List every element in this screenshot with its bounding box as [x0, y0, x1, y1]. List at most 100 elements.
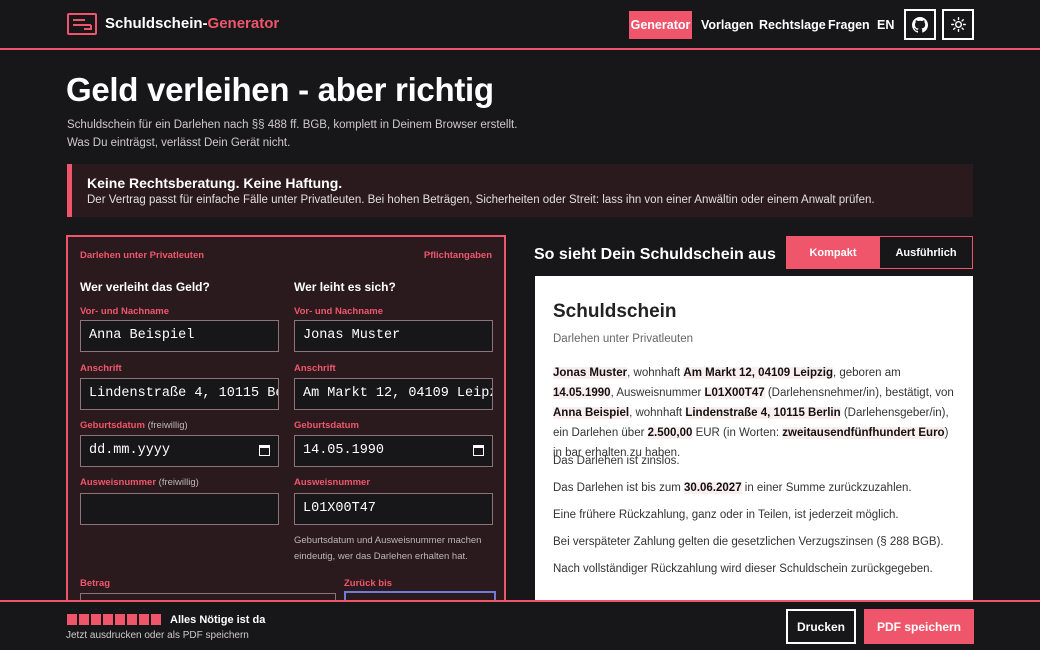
doc-paragraph-return: Nach vollständiger Rückzahlung wird dies…	[553, 563, 933, 575]
progress-segment	[103, 614, 113, 625]
borrower-birth-label: Geburtsdatum	[294, 420, 359, 431]
status-text: Alles Nötige ist da	[170, 614, 266, 626]
borrower-id-label: Ausweisnummer	[294, 477, 371, 488]
amount-label: Betrag	[80, 578, 111, 589]
borrower-birth-value: 14.05.1990	[303, 443, 385, 458]
required-label: Pflichtangaben	[423, 250, 492, 261]
logo-icon	[67, 13, 97, 35]
subtitle-line-2: Was Du einträgst, verlässt Dein Gerät ni…	[67, 137, 291, 149]
document-preview: Schuldschein Darlehen unter Privatleuten…	[535, 276, 973, 606]
borrower-name-value: Jonas Muster	[303, 328, 401, 343]
nav-rechtslage[interactable]: Rechtslage	[759, 11, 826, 39]
id-hint: Geburtsdatum und Ausweisnummer machen ei…	[294, 535, 482, 562]
doc-text: in einer Summe zurückzuzahlen.	[741, 482, 912, 494]
borrower-name-label: Vor- und Nachname	[294, 306, 384, 317]
nav-language-en[interactable]: EN	[877, 11, 894, 39]
brand-accent: Generator	[207, 15, 280, 32]
progress-segment	[91, 614, 101, 625]
disclaimer-banner: Keine Rechtsberatung. Keine Haftung. Der…	[67, 164, 973, 217]
lender-name-label: Vor- und Nachname	[80, 306, 170, 317]
footer-bar: Alles Nötige ist da Jetzt ausdrucken ode…	[0, 600, 1040, 650]
page-subtitle: Schuldschein für ein Darlehen nach §§ 48…	[67, 116, 587, 152]
doc-borrower: Jonas Muster	[553, 367, 628, 379]
doc-paragraph-main: Jonas Muster, wohnhaft Am Markt 12, 0410…	[553, 363, 958, 463]
doc-return-date: 30.06.2027	[684, 482, 742, 494]
lender-address-value: Lindenstraße 4, 10115 Berlin	[89, 386, 278, 401]
doc-amount-words: zweitausendfünfhundert Euro	[782, 427, 945, 439]
doc-borrower-address: Am Markt 12, 04109 Leipzig	[683, 367, 833, 379]
calendar-icon[interactable]	[259, 445, 270, 456]
doc-borrower-birth: 14.05.1990	[553, 387, 611, 399]
borrower-heading: Wer leiht es sich?	[294, 280, 396, 294]
lender-address-label: Anschrift	[80, 363, 122, 374]
sun-icon	[950, 17, 966, 32]
borrower-name-input[interactable]: Jonas Muster	[294, 320, 493, 352]
doc-text: , wohnhaft	[629, 407, 686, 419]
brand-main: Schuldschein-	[105, 15, 208, 32]
loan-form: Darlehen unter Privatleuten Pflichtangab…	[66, 235, 506, 615]
doc-lender: Anna Beispiel	[553, 407, 630, 419]
lender-birth-label-text: Geburtsdatum	[80, 420, 145, 431]
progress-segment	[79, 614, 89, 625]
doc-text: Das Darlehen ist bis zum	[553, 482, 685, 494]
lender-birth-label: Geburtsdatum (freiwillig)	[80, 420, 188, 431]
lender-name-input[interactable]: Anna Beispiel	[80, 320, 279, 352]
disclaimer-title: Keine Rechtsberatung. Keine Haftung.	[87, 175, 343, 191]
doc-text: , geboren am	[832, 367, 901, 379]
github-icon	[912, 16, 928, 33]
lender-birth-value: dd.mm.yyyy	[89, 443, 171, 458]
theme-toggle-button[interactable]	[942, 9, 974, 40]
borrower-address-input[interactable]: Am Markt 12, 04109 Leipzig	[294, 378, 493, 410]
progress-segment	[151, 614, 161, 625]
page-title: Geld verleihen - aber richtig	[66, 71, 494, 108]
doc-amount: 2.500,00	[647, 427, 693, 439]
lender-name-value: Anna Beispiel	[89, 328, 195, 343]
lender-birth-input[interactable]: dd.mm.yyyy	[80, 435, 279, 467]
subtitle-line-1: Schuldschein für ein Darlehen nach §§ 48…	[67, 119, 518, 131]
borrower-id-input[interactable]: L01X00T47	[294, 493, 493, 525]
doc-paragraph-repay: Das Darlehen ist bis zum 30.06.2027 in e…	[553, 478, 958, 498]
lender-id-label: Ausweisnummer (freiwillig)	[80, 477, 199, 488]
progress-segment	[115, 614, 125, 625]
save-pdf-button[interactable]: PDF speichern	[864, 609, 974, 644]
lender-birth-optional: (freiwillig)	[147, 420, 188, 431]
doc-text: , wohnhaft	[627, 367, 684, 379]
print-button[interactable]: Drucken	[786, 609, 856, 644]
progress-segment	[127, 614, 137, 625]
doc-paragraph-late: Bei verspäteter Zahlung gelten die geset…	[553, 536, 944, 548]
nav-fragen[interactable]: Fragen	[828, 11, 870, 39]
brand[interactable]: Schuldschein-Generator	[105, 15, 279, 32]
borrower-address-value: Am Markt 12, 04109 Leipzig	[303, 386, 493, 401]
github-button[interactable]	[904, 9, 936, 40]
borrower-id-value: L01X00T47	[303, 501, 376, 516]
status-subtext: Jetzt ausdrucken oder als PDF speichern	[66, 630, 249, 641]
lender-id-optional: (freiwillig)	[158, 477, 199, 488]
lender-heading: Wer verleiht das Geld?	[80, 280, 210, 294]
doc-borrower-id: L01X00T47	[704, 387, 765, 399]
nav-vorlagen[interactable]: Vorlagen	[701, 11, 754, 39]
doc-paragraph-early: Eine frühere Rückzahlung, ganz oder in T…	[553, 509, 899, 521]
progress-segment	[139, 614, 149, 625]
top-bar: Schuldschein-Generator Generator Vorlage…	[0, 0, 1040, 50]
form-section-label: Darlehen unter Privatleuten	[80, 250, 205, 261]
borrower-address-label: Anschrift	[294, 363, 336, 374]
progress-segment	[67, 614, 77, 625]
lender-id-input[interactable]	[80, 493, 279, 525]
doc-text: EUR (in Worten:	[692, 427, 783, 439]
tab-compact[interactable]: Kompakt	[786, 236, 880, 269]
lender-id-label-text: Ausweisnummer	[80, 477, 157, 488]
nav-generator[interactable]: Generator	[629, 11, 692, 39]
borrower-birth-input[interactable]: 14.05.1990	[294, 435, 493, 467]
doc-subtitle: Darlehen unter Privatleuten	[553, 333, 693, 345]
tab-detailed[interactable]: Ausführlich	[879, 236, 973, 269]
calendar-icon[interactable]	[473, 445, 484, 456]
return-date-label: Zurück bis	[344, 578, 393, 589]
doc-text: (Darlehensnehmer/in), bestätigt, von	[764, 387, 954, 399]
disclaimer-body: Der Vertrag passt für einfache Fälle unt…	[87, 194, 875, 206]
doc-lender-address: Lindenstraße 4, 10115 Berlin	[685, 407, 841, 419]
preview-title: So sieht Dein Schuldschein aus	[534, 246, 776, 263]
doc-text: , Ausweisnummer	[610, 387, 705, 399]
lender-address-input[interactable]: Lindenstraße 4, 10115 Berlin	[80, 378, 279, 410]
doc-title: Schuldschein	[553, 301, 677, 322]
doc-paragraph-interest: Das Darlehen ist zinslos.	[553, 455, 680, 467]
